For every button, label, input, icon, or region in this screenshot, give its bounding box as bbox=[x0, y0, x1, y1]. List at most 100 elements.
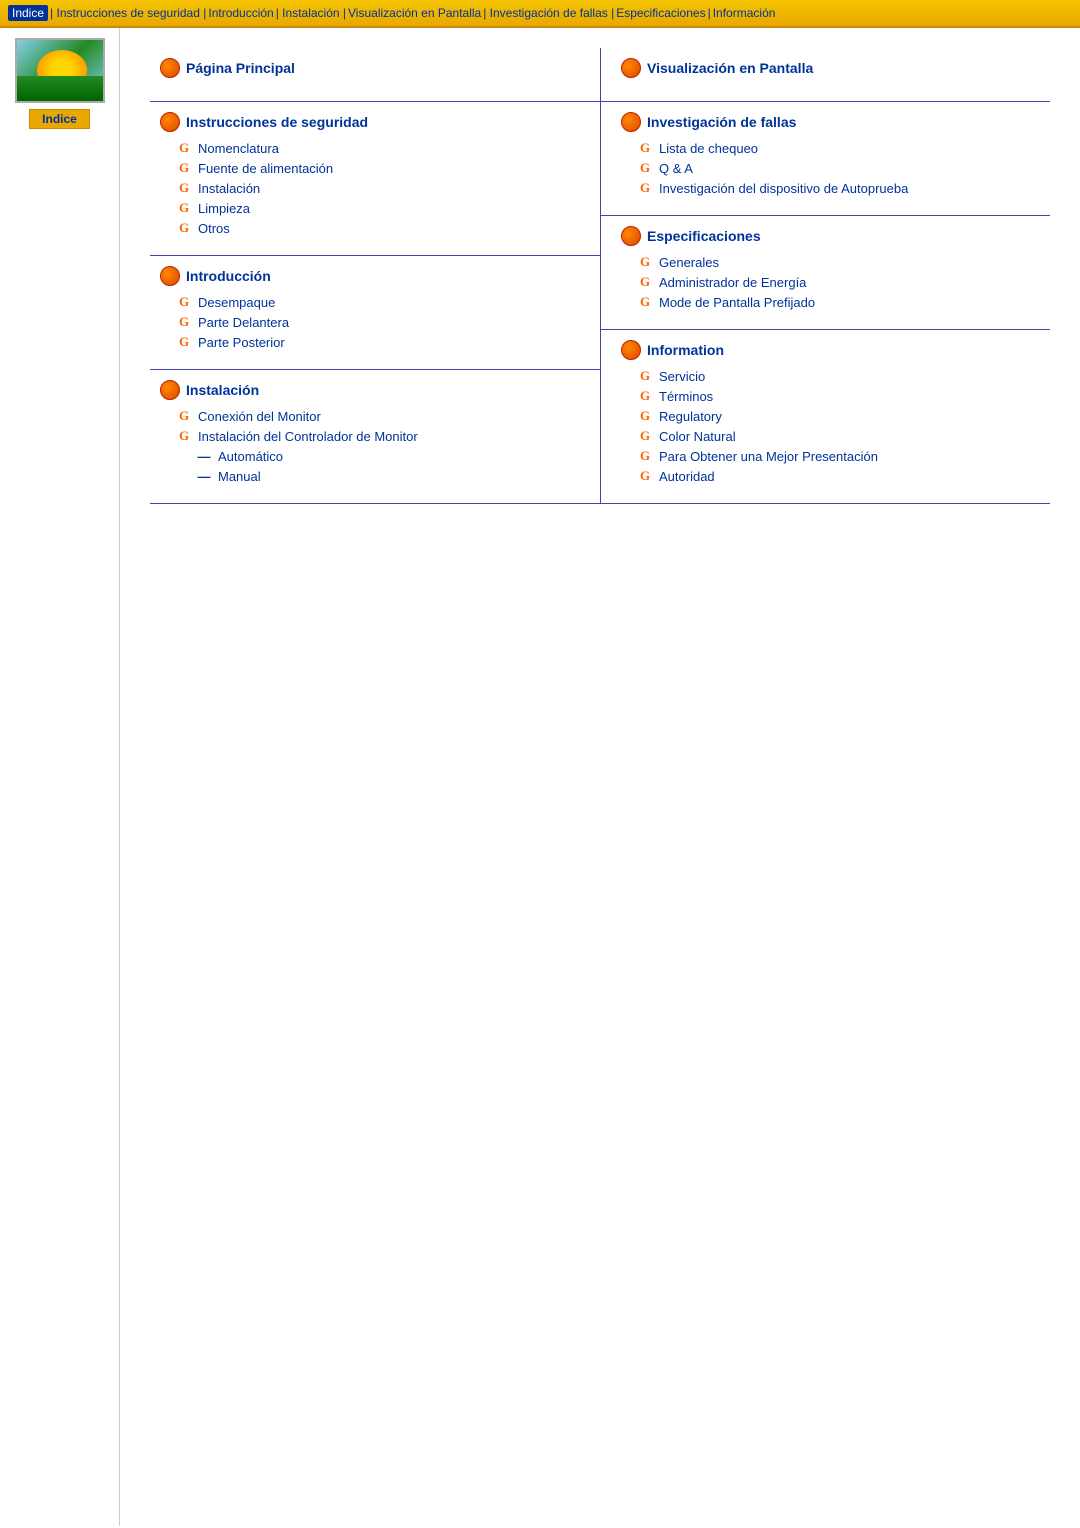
nav-item-instrucciones[interactable]: | Instrucciones de seguridad | bbox=[50, 6, 206, 20]
link-especificaciones[interactable]: Especificaciones bbox=[647, 228, 761, 244]
sidebar-label[interactable]: Indice bbox=[29, 109, 90, 129]
section-title-instrucciones: Instrucciones de seguridad bbox=[160, 112, 580, 132]
dash-icon-automatico: — bbox=[196, 448, 212, 464]
link-conexion[interactable]: Conexión del Monitor bbox=[198, 409, 321, 424]
g-icon-parte-delantera: G bbox=[176, 314, 192, 330]
item-desempaque: G Desempaque bbox=[176, 294, 580, 310]
g-icon-administrador-energia: G bbox=[637, 274, 653, 290]
item-parte-posterior: G Parte Posterior bbox=[176, 334, 580, 350]
icon-information bbox=[621, 340, 641, 360]
toc-section-introduccion: Introducción G Desempaque G Parte Delant… bbox=[150, 256, 600, 370]
item-manual: — Manual bbox=[196, 468, 580, 484]
link-servicio[interactable]: Servicio bbox=[659, 369, 705, 384]
g-icon-autoridad: G bbox=[637, 468, 653, 484]
section-title-pagina-principal: Página Principal bbox=[160, 58, 580, 78]
link-autoprueba[interactable]: Investigación del dispositivo de Autopru… bbox=[659, 181, 908, 196]
nav-item-especificaciones[interactable]: Especificaciones bbox=[616, 6, 705, 20]
icon-pagina-principal bbox=[160, 58, 180, 78]
dash-icon-manual: — bbox=[196, 468, 212, 484]
link-qanda[interactable]: Q & A bbox=[659, 161, 693, 176]
link-desempaque[interactable]: Desempaque bbox=[198, 295, 275, 310]
nav-item-investigacion[interactable]: | Investigación de fallas | bbox=[483, 6, 614, 20]
item-fuente: G Fuente de alimentación bbox=[176, 160, 580, 176]
toc-section-visualizacion: Visualización en Pantalla bbox=[600, 48, 1050, 102]
g-icon-conexion: G bbox=[176, 408, 192, 424]
link-instrucciones[interactable]: Instrucciones de seguridad bbox=[186, 114, 368, 130]
g-icon-servicio: G bbox=[637, 368, 653, 384]
link-introduccion[interactable]: Introducción bbox=[186, 268, 271, 284]
icon-instrucciones bbox=[160, 112, 180, 132]
nav-separator: | bbox=[708, 6, 711, 20]
icon-introduccion bbox=[160, 266, 180, 286]
g-icon-autoprueba: G bbox=[637, 180, 653, 196]
link-color-natural[interactable]: Color Natural bbox=[659, 429, 736, 444]
link-mejor-presentacion[interactable]: Para Obtener una Mejor Presentación bbox=[659, 449, 878, 464]
link-instalacion-controlador[interactable]: Instalación del Controlador de Monitor bbox=[198, 429, 418, 444]
link-nomenclatura[interactable]: Nomenclatura bbox=[198, 141, 279, 156]
link-investigacion[interactable]: Investigación de fallas bbox=[647, 114, 796, 130]
g-icon-parte-posterior: G bbox=[176, 334, 192, 350]
sidebar-image bbox=[15, 38, 105, 103]
layout: Indice Página Principal Instrucciones de bbox=[0, 28, 1080, 1526]
toc-right-col: Visualización en Pantalla Investigación … bbox=[600, 48, 1050, 504]
icon-instalacion bbox=[160, 380, 180, 400]
link-otros[interactable]: Otros bbox=[198, 221, 230, 236]
link-instalacion[interactable]: Instalación bbox=[186, 382, 259, 398]
section-title-information: Information bbox=[621, 340, 1040, 360]
toc-section-pagina-principal: Página Principal bbox=[150, 48, 600, 102]
nav-item-introduccion[interactable]: Introducción bbox=[208, 6, 273, 20]
item-regulatory: G Regulatory bbox=[637, 408, 1040, 424]
link-administrador-energia[interactable]: Administrador de Energía bbox=[659, 275, 806, 290]
toc-left-col: Página Principal Instrucciones de seguri… bbox=[150, 48, 600, 504]
link-lista-chequeo[interactable]: Lista de chequeo bbox=[659, 141, 758, 156]
g-icon-mejor-presentacion: G bbox=[637, 448, 653, 464]
link-pagina-principal[interactable]: Página Principal bbox=[186, 60, 295, 76]
link-generales[interactable]: Generales bbox=[659, 255, 719, 270]
item-lista-chequeo: G Lista de chequeo bbox=[637, 140, 1040, 156]
item-autoprueba: G Investigación del dispositivo de Autop… bbox=[637, 180, 1040, 196]
toc-section-information: Information G Servicio G Términos G Regu… bbox=[600, 330, 1050, 504]
link-information[interactable]: Information bbox=[647, 342, 724, 358]
link-regulatory[interactable]: Regulatory bbox=[659, 409, 722, 424]
link-automatico[interactable]: Automático bbox=[218, 449, 283, 464]
link-limpieza[interactable]: Limpieza bbox=[198, 201, 250, 216]
item-parte-delantera: G Parte Delantera bbox=[176, 314, 580, 330]
link-mode-pantalla[interactable]: Mode de Pantalla Prefijado bbox=[659, 295, 815, 310]
item-limpieza: G Limpieza bbox=[176, 200, 580, 216]
link-manual[interactable]: Manual bbox=[218, 469, 261, 484]
link-fuente[interactable]: Fuente de alimentación bbox=[198, 161, 333, 176]
g-icon-regulatory: G bbox=[637, 408, 653, 424]
item-conexion: G Conexión del Monitor bbox=[176, 408, 580, 424]
item-mode-pantalla: G Mode de Pantalla Prefijado bbox=[637, 294, 1040, 310]
nav-bar: Indice | Instrucciones de seguridad | In… bbox=[0, 0, 1080, 28]
link-visualizacion[interactable]: Visualización en Pantalla bbox=[647, 60, 813, 76]
nav-item-instalacion[interactable]: | Instalación | bbox=[276, 6, 346, 20]
nav-item-informacion[interactable]: Información bbox=[713, 6, 776, 20]
item-otros: G Otros bbox=[176, 220, 580, 236]
g-icon-instalacion-controlador: G bbox=[176, 428, 192, 444]
section-title-introduccion: Introducción bbox=[160, 266, 580, 286]
item-mejor-presentacion: G Para Obtener una Mejor Presentación bbox=[637, 448, 1040, 464]
nav-item-indice[interactable]: Indice bbox=[8, 5, 48, 21]
g-icon-nomenclatura: G bbox=[176, 140, 192, 156]
link-instalacion-seg[interactable]: Instalación bbox=[198, 181, 260, 196]
toc-section-especificaciones: Especificaciones G Generales G Administr… bbox=[600, 216, 1050, 330]
g-icon-color-natural: G bbox=[637, 428, 653, 444]
toc-section-investigacion: Investigación de fallas G Lista de chequ… bbox=[600, 102, 1050, 216]
item-autoridad: G Autoridad bbox=[637, 468, 1040, 484]
section-title-instalacion: Instalación bbox=[160, 380, 580, 400]
item-nomenclatura: G Nomenclatura bbox=[176, 140, 580, 156]
section-title-especificaciones: Especificaciones bbox=[621, 226, 1040, 246]
link-parte-posterior[interactable]: Parte Posterior bbox=[198, 335, 285, 350]
item-terminos: G Términos bbox=[637, 388, 1040, 404]
g-icon-fuente: G bbox=[176, 160, 192, 176]
section-title-investigacion: Investigación de fallas bbox=[621, 112, 1040, 132]
link-autoridad[interactable]: Autoridad bbox=[659, 469, 715, 484]
g-icon-otros: G bbox=[176, 220, 192, 236]
link-parte-delantera[interactable]: Parte Delantera bbox=[198, 315, 289, 330]
nav-item-visualizacion[interactable]: Visualización en Pantalla bbox=[348, 6, 481, 20]
g-icon-generales: G bbox=[637, 254, 653, 270]
link-terminos[interactable]: Términos bbox=[659, 389, 713, 404]
toc-grid: Página Principal Instrucciones de seguri… bbox=[150, 48, 1050, 504]
g-icon-lista-chequeo: G bbox=[637, 140, 653, 156]
